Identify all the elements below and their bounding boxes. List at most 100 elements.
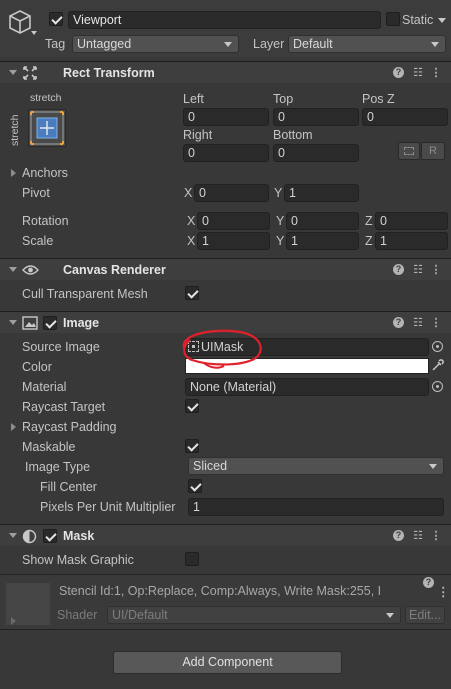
mask-component-icon — [22, 529, 37, 544]
cull-transparent-mesh-checkbox[interactable] — [185, 286, 199, 300]
material-field[interactable]: None (Material) — [185, 378, 429, 396]
image-type-label: Image Type — [25, 460, 91, 474]
eyedropper-icon[interactable] — [431, 359, 444, 372]
maskable-checkbox[interactable] — [185, 439, 199, 453]
anchor-stretch-top-label: stretch — [30, 92, 62, 104]
raycast-padding-label[interactable]: Raycast Padding — [22, 420, 117, 434]
right-input[interactable]: 0 — [183, 144, 269, 162]
scale-z-input[interactable]: 1 — [375, 232, 448, 250]
eye-icon — [22, 265, 39, 275]
raycast-padding-foldout-icon[interactable] — [11, 423, 16, 431]
image-component-icon — [22, 316, 38, 330]
anchor-presets-button[interactable] — [28, 109, 66, 147]
foldout-arrow-icon[interactable] — [9, 70, 17, 75]
foldout-arrow-icon[interactable] — [9, 320, 17, 325]
posz-input[interactable]: 0 — [362, 108, 448, 126]
mask-header[interactable]: Mask ? ☷ ⋮ — [0, 524, 451, 546]
image-type-dropdown[interactable]: Sliced — [188, 457, 444, 475]
static-label: Static — [402, 13, 434, 27]
preset-icon[interactable]: ☷ — [411, 315, 425, 331]
shader-label: Shader — [57, 608, 98, 622]
rotation-z-input[interactable]: 0 — [375, 212, 448, 230]
material-menu-icon[interactable]: ⋮ — [437, 584, 450, 599]
foldout-arrow-icon[interactable] — [9, 267, 17, 272]
tag-dropdown[interactable]: Untagged — [72, 35, 239, 53]
raw-edit-button[interactable]: R — [421, 142, 445, 160]
rotation-x-label: X — [187, 214, 196, 228]
canvas-renderer-title: Canvas Renderer — [63, 263, 166, 277]
anchors-foldout-icon[interactable] — [11, 169, 16, 177]
pivot-y-input[interactable]: 1 — [284, 184, 359, 202]
menu-icon[interactable]: ⋮ — [429, 528, 443, 544]
cull-transparent-mesh-label: Cull Transparent Mesh — [22, 287, 148, 301]
menu-icon[interactable]: ⋮ — [429, 65, 443, 81]
object-picker-icon[interactable] — [432, 341, 443, 352]
anchor-stretch-side-label: stretch — [9, 114, 21, 146]
anchors-label[interactable]: Anchors — [22, 166, 68, 180]
active-toggle[interactable] — [49, 12, 63, 26]
help-icon[interactable]: ? — [393, 530, 404, 541]
shader-dropdown[interactable]: UI/Default — [107, 606, 401, 624]
scale-z-label: Z — [365, 234, 373, 248]
pivot-y-label: Y — [274, 186, 283, 200]
icon-dropdown-arrow-icon[interactable] — [31, 31, 37, 35]
image-title: Image — [63, 316, 100, 330]
gameobject-name-input[interactable]: Viewport — [68, 11, 381, 29]
mask-enabled-toggle[interactable] — [43, 529, 57, 543]
bottom-input[interactable]: 0 — [273, 144, 359, 162]
add-component-button[interactable]: Add Component — [113, 651, 342, 674]
menu-icon[interactable]: ⋮ — [429, 262, 443, 278]
show-mask-graphic-label: Show Mask Graphic — [22, 553, 134, 567]
stencil-info-text: Stencil Id:1, Op:Replace, Comp:Always, W… — [59, 584, 382, 598]
scale-x-label: X — [187, 234, 196, 248]
source-image-label: Source Image — [22, 340, 100, 354]
gameobject-header: Viewport Static Tag Untagged Layer Defau… — [0, 0, 451, 58]
red-circle-annotation — [182, 329, 262, 369]
scale-x-input[interactable]: 1 — [197, 232, 270, 250]
material-label: Material — [22, 380, 67, 394]
preset-icon[interactable]: ☷ — [411, 528, 425, 544]
rotation-y-label: Y — [276, 214, 285, 228]
right-label: Right — [183, 128, 213, 142]
rotation-x-input[interactable]: 0 — [197, 212, 270, 230]
show-mask-graphic-checkbox[interactable] — [185, 552, 199, 566]
raycast-target-checkbox[interactable] — [185, 399, 199, 413]
static-toggle[interactable] — [386, 12, 400, 26]
rotation-z-label: Z — [365, 214, 373, 228]
left-input[interactable]: 0 — [183, 108, 269, 126]
pivot-x-label: X — [184, 186, 193, 200]
left-label: Left — [183, 92, 204, 106]
blueprint-mode-button[interactable] — [398, 142, 420, 160]
anchor-preset-icon — [30, 111, 64, 145]
pivot-x-input[interactable]: 0 — [194, 184, 269, 202]
material-help-icon[interactable]: ? — [423, 577, 434, 588]
material-preview-section: Stencil Id:1, Op:Replace, Comp:Always, W… — [0, 574, 451, 630]
scale-y-input[interactable]: 1 — [286, 232, 359, 250]
rotation-y-input[interactable]: 0 — [286, 212, 359, 230]
layer-dropdown[interactable]: Default — [288, 35, 446, 53]
help-icon[interactable]: ? — [393, 67, 404, 78]
raycast-target-label: Raycast Target — [22, 400, 106, 414]
image-enabled-toggle[interactable] — [43, 316, 57, 330]
rect-transform-title: Rect Transform — [63, 66, 155, 80]
fill-center-checkbox[interactable] — [188, 479, 202, 493]
layer-label: Layer — [253, 37, 285, 51]
foldout-arrow-icon[interactable] — [9, 533, 17, 538]
rect-transform-header[interactable]: Rect Transform ? ☷ ⋮ — [0, 61, 451, 83]
top-input[interactable]: 0 — [273, 108, 359, 126]
preset-icon[interactable]: ☷ — [411, 262, 425, 278]
rect-transform-icon — [23, 66, 37, 80]
help-icon[interactable]: ? — [393, 264, 404, 275]
tag-label: Tag — [45, 37, 66, 51]
material-picker-icon[interactable] — [432, 381, 443, 392]
pixels-per-unit-input[interactable]: 1 — [188, 498, 444, 516]
menu-icon[interactable]: ⋮ — [429, 315, 443, 331]
mask-title: Mask — [63, 529, 95, 543]
shader-edit-button[interactable]: Edit... — [405, 606, 445, 624]
preset-icon[interactable]: ☷ — [411, 65, 425, 81]
maskable-label: Maskable — [22, 440, 76, 454]
static-dropdown-icon[interactable] — [438, 18, 446, 23]
help-icon[interactable]: ? — [393, 317, 404, 328]
canvas-renderer-header[interactable]: Canvas Renderer ? ☷ ⋮ — [0, 258, 451, 280]
material-foldout-icon[interactable] — [11, 617, 16, 625]
